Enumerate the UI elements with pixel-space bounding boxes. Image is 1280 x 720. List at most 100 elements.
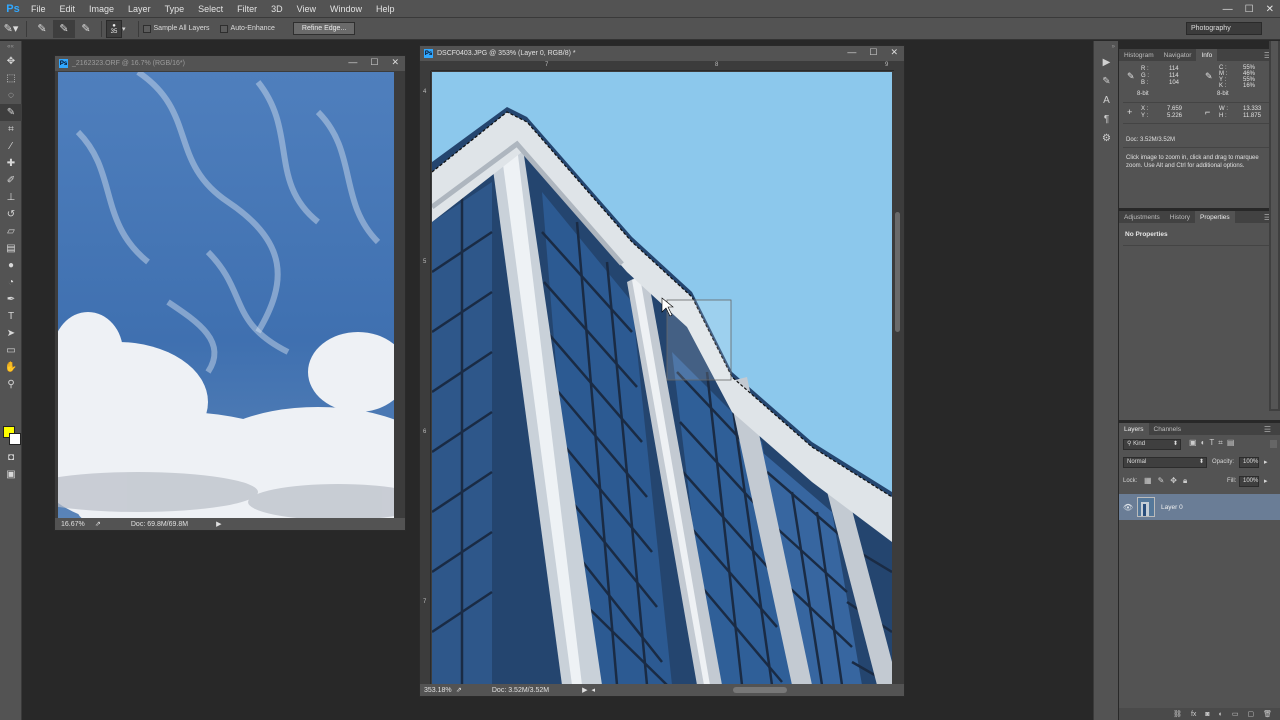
right-panel-scroll-thumb[interactable] — [1271, 41, 1278, 409]
brush-size-picker[interactable]: ● 35 — [106, 19, 122, 38]
clone-stamp-tool-icon[interactable]: ⊥ — [0, 189, 22, 206]
layer-row[interactable]: 👁︎ Layer 0 — [1119, 494, 1280, 520]
scroll-left-icon[interactable]: ◂ — [591, 686, 595, 694]
new-selection-icon[interactable]: ✎ — [31, 20, 53, 38]
filter-type-icon[interactable]: T — [1209, 438, 1214, 448]
link-layers-icon[interactable]: ⛓ — [1173, 710, 1182, 718]
eye-icon[interactable]: 👁︎ — [1119, 503, 1137, 512]
building-image[interactable] — [432, 72, 892, 685]
maximize-button[interactable]: ☐ — [1245, 4, 1254, 15]
tab-adjustments[interactable]: Adjustments — [1119, 211, 1165, 223]
close-button[interactable]: ✕ — [1266, 4, 1274, 15]
chevron-down-icon[interactable]: ▾ — [122, 25, 126, 33]
paragraph-icon[interactable]: ¶ — [1094, 110, 1119, 129]
filter-smartobject-icon[interactable]: ▤ — [1227, 438, 1235, 448]
menu-image[interactable]: Image — [82, 0, 121, 18]
new-layer-icon[interactable]: ▢ — [1247, 710, 1254, 718]
delete-layer-icon[interactable]: 🗑︎ — [1263, 710, 1272, 718]
brush-tool-icon[interactable]: ✐ — [0, 172, 22, 189]
blur-tool-icon[interactable]: ● — [0, 257, 22, 274]
hand-tool-icon[interactable]: ✋ — [0, 359, 22, 376]
tab-properties[interactable]: Properties — [1195, 211, 1235, 223]
menu-help[interactable]: Help — [369, 0, 402, 18]
toolbox-collapse-icon[interactable]: «« — [0, 41, 21, 53]
doc-minimize-button[interactable]: — — [847, 47, 856, 58]
tab-layers[interactable]: Layers — [1119, 423, 1149, 435]
pen-tool-icon[interactable]: ✒ — [0, 291, 22, 308]
menu-edit[interactable]: Edit — [53, 0, 83, 18]
lock-image-icon[interactable]: ✎ — [1158, 476, 1165, 486]
lock-position-icon[interactable]: ✥ — [1170, 476, 1177, 486]
filter-adjustment-icon[interactable]: ◐ — [1201, 438, 1206, 448]
menu-type[interactable]: Type — [158, 0, 192, 18]
status-arrow-icon[interactable]: ▶ — [216, 520, 221, 528]
tab-channels[interactable]: Channels — [1149, 423, 1186, 435]
play-action-icon[interactable]: ▶ — [1094, 53, 1119, 72]
share-icon[interactable]: ⇗ — [456, 686, 462, 694]
menu-file[interactable]: File — [24, 0, 53, 18]
fill-field[interactable]: 100% — [1239, 476, 1259, 487]
opacity-slider-icon[interactable]: ▸ — [1264, 458, 1268, 466]
tab-info[interactable]: Info — [1196, 49, 1218, 61]
blend-mode-select[interactable]: Normal ⬍ — [1123, 457, 1207, 468]
refine-edge-button[interactable]: Refine Edge... — [292, 22, 356, 35]
menu-select[interactable]: Select — [191, 0, 230, 18]
add-to-selection-icon[interactable]: ✎ — [53, 19, 75, 38]
vertical-scrollbar[interactable] — [892, 72, 903, 685]
quick-mask-icon[interactable]: ◘ — [0, 449, 22, 466]
layer-filter-select[interactable]: ⚲ Kind ⬍ — [1123, 439, 1181, 450]
strip-collapse-icon[interactable]: » — [1094, 41, 1118, 53]
brush-presets-icon[interactable]: ✎ — [1094, 72, 1119, 91]
status-arrow-icon[interactable]: ▶ — [582, 686, 587, 694]
vertical-scroll-thumb[interactable] — [895, 212, 900, 332]
minimize-button[interactable]: — — [1223, 4, 1233, 15]
marquee-tool-icon[interactable]: ⬚ — [0, 70, 22, 87]
filter-shape-icon[interactable]: ⌗ — [1218, 438, 1223, 448]
document-title-bar[interactable]: Ps DSCF0403.JPG @ 353% (Layer 0, RGB/8) … — [420, 46, 904, 61]
dodge-tool-icon[interactable]: ◔ — [0, 274, 22, 291]
screen-mode-icon[interactable]: ▣ — [0, 466, 22, 483]
lock-all-icon[interactable]: 🔒︎ — [1183, 476, 1187, 486]
doc-close-button[interactable]: ✕ — [890, 47, 898, 58]
history-brush-tool-icon[interactable]: ↺ — [0, 206, 22, 223]
eraser-tool-icon[interactable]: ▱ — [0, 223, 22, 240]
filter-pixel-icon[interactable]: ▣ — [1189, 438, 1197, 448]
layer-style-icon[interactable]: fx — [1191, 711, 1196, 718]
type-tool-icon[interactable]: T — [0, 308, 22, 325]
fill-slider-icon[interactable]: ▸ — [1264, 477, 1268, 485]
healing-brush-tool-icon[interactable]: ✚ — [0, 155, 22, 172]
gradient-tool-icon[interactable]: ▤ — [0, 240, 22, 257]
quick-selection-tool-icon[interactable]: ✎ — [0, 104, 22, 121]
lock-transparent-icon[interactable]: ▦ — [1144, 476, 1152, 486]
tab-histogram[interactable]: Histogram — [1119, 49, 1159, 61]
share-icon[interactable]: ⇗ — [95, 520, 101, 528]
eyedropper-tool-icon[interactable]: ⁄ — [0, 138, 22, 155]
add-mask-icon[interactable]: ◙ — [1205, 711, 1209, 718]
panel-menu-icon[interactable]: ☰ — [1259, 423, 1276, 435]
new-group-icon[interactable]: ▭ — [1232, 710, 1239, 718]
background-color-swatch[interactable] — [9, 433, 21, 445]
opacity-field[interactable]: 100% — [1239, 457, 1259, 468]
doc-close-button[interactable]: ✕ — [391, 57, 399, 68]
new-adjustment-icon[interactable]: ◐ — [1219, 711, 1223, 718]
subtract-from-selection-icon[interactable]: ✎ — [75, 20, 97, 38]
menu-3d[interactable]: 3D — [264, 0, 290, 18]
horizontal-scroll-thumb[interactable] — [732, 687, 787, 693]
tab-history[interactable]: History — [1165, 211, 1195, 223]
menu-window[interactable]: Window — [323, 0, 369, 18]
menu-view[interactable]: View — [290, 0, 323, 18]
sample-all-layers-checkbox[interactable] — [142, 24, 151, 33]
rectangle-tool-icon[interactable]: ▭ — [0, 342, 22, 359]
lasso-tool-icon[interactable]: ◌ — [0, 87, 22, 104]
quick-selection-preset-icon[interactable]: ✎▾ — [0, 20, 22, 38]
tool-presets-icon[interactable]: ⚙ — [1094, 129, 1119, 148]
doc-maximize-button[interactable]: ☐ — [869, 47, 877, 58]
doc-minimize-button[interactable]: — — [348, 57, 357, 68]
path-selection-tool-icon[interactable]: ➤ — [0, 325, 22, 342]
doc-maximize-button[interactable]: ☐ — [370, 57, 378, 68]
menu-filter[interactable]: Filter — [230, 0, 264, 18]
right-panel-scrollbar[interactable] — [1269, 41, 1280, 411]
character-icon[interactable]: A — [1094, 91, 1119, 110]
move-tool-icon[interactable]: ✥ — [0, 53, 22, 70]
filter-toggle[interactable] — [1270, 440, 1277, 448]
